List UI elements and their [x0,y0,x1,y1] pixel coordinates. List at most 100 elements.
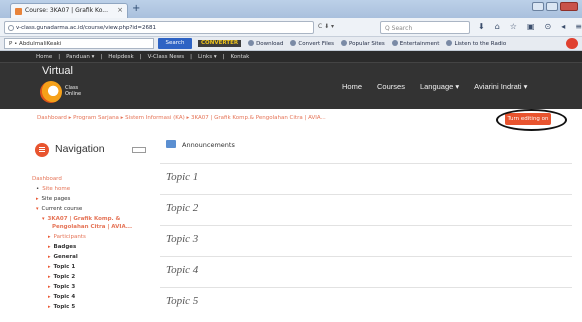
navigation-header: Navigation [32,140,156,160]
menu-user[interactable]: Aviarini Indrati ▾ [474,82,527,91]
navigation-menu-icon [35,143,49,157]
minimize-icon[interactable] [532,2,544,11]
pocket-icon[interactable]: ⊙ [545,22,552,32]
menu-language[interactable]: Language ▾ [420,82,459,91]
browser-nav-bar: v-class.gunadarma.ac.id/course/view.php?… [0,18,582,37]
close-tab-icon[interactable]: × [117,6,123,14]
expand-icon: ▸ [48,254,51,260]
window-controls [532,2,578,11]
top-menu-kontak[interactable]: Kontak [230,54,249,60]
site-header: Home | Panduan ▾ | Helpdesk | V-Class News |… [0,51,582,109]
announcements-link[interactable]: Announcements [166,140,235,149]
expand-icon: ▸ [48,294,51,300]
topic-title: Topic 3 [166,233,199,245]
expand-icon: ▸ [48,244,51,250]
expand-icon: ▸ [48,274,51,280]
block-dock-icon[interactable] [132,147,146,153]
nav-item-general[interactable]: ▸ General [32,252,156,262]
converter-logo[interactable]: CONVERTER [198,40,242,47]
nav-item-dashboard[interactable]: Dashboard [32,174,156,184]
forum-icon [166,140,176,148]
nav-item-current-course[interactable]: ▾ Current course [32,204,156,214]
logo-ball-icon [40,81,62,103]
logo-subtitle: Class Online [65,85,82,97]
expand-icon: ▸ [36,196,39,202]
nav-item-topic-1[interactable]: ▸ Topic 1 [32,262,156,272]
topic-title: Topic 1 [166,171,199,183]
search-input[interactable]: Q Search [380,21,470,34]
expand-icon: ▸ [48,264,51,270]
menu-home[interactable]: Home [342,82,362,91]
topic-title: Topic 2 [166,202,199,214]
nav-item-topic-3[interactable]: ▸ Topic 3 [32,282,156,292]
top-menu-vclass-news[interactable]: V-Class News [148,54,185,60]
browser-toolbar-icons: ⬇ ⌂ ☆ ▣ ⊙ ◂ ≡ [478,22,582,32]
convert-icon [290,40,297,46]
url-text: v-class.gunadarma.ac.id/course/view.php?… [16,25,157,31]
nav-item-site-home[interactable]: • Site home [32,184,156,194]
main-menu: Home Courses Language ▾ Aviarini Indrati… [342,82,527,91]
topic-title: Topic 5 [166,295,199,307]
maximize-icon[interactable] [546,2,558,11]
folder-icon [340,40,347,46]
browser-title-bar: Course: 3KA07 | Grafik Ko... × + [0,0,582,18]
nav-item-course-cont[interactable]: Pengolahan Citra | AVIA... [32,222,156,232]
new-tab-button[interactable]: + [132,3,140,15]
nav-item-site-pages[interactable]: ▸ Site pages [32,194,156,204]
topic-section-2: Topic 2 [160,194,572,221]
site-logo[interactable]: Virtual Class Online [38,65,98,107]
play-icon [446,40,453,46]
nav-item-badges[interactable]: ▸ Badges [32,242,156,252]
collapse-icon: ▾ [36,206,39,212]
toolbar-search-field[interactable]: P • AbdulmaliKeaki [4,38,154,49]
toolbar-convert-files[interactable]: Convert Files [290,40,334,47]
navigation-block: Navigation Dashboard • Site home ▸ Site pa… [32,140,156,322]
toolbar-items: CONVERTER Download Convert Files Popular… [198,40,506,47]
breadcrumb[interactable]: Dashboard ▸ Program Sarjana ▸ Sistem Inf… [37,115,326,121]
bookmark-star-icon[interactable]: ☆ [510,22,517,32]
addon-badge-icon[interactable] [566,38,578,49]
menu-courses[interactable]: Courses [377,82,405,91]
folder-icon [391,40,398,46]
top-menu: Home | Panduan ▾ | Helpdesk | V-Class News |… [0,51,582,63]
nav-item-topic-2[interactable]: ▸ Topic 2 [32,272,156,282]
topic-section-3: Topic 3 [160,225,572,252]
downloads-icon[interactable]: ⬇ [478,22,485,32]
expand-icon: ▸ [48,304,51,310]
address-bar[interactable]: v-class.gunadarma.ac.id/course/view.php?… [4,21,314,34]
toolbar-radio[interactable]: Listen to the Radio [446,40,506,47]
topic-title: Topic 4 [166,264,199,276]
topic-section-5: Topic 5 [160,287,572,314]
expand-icon: ▸ [48,234,51,240]
toolbar-search-button[interactable]: Search [158,38,192,49]
close-window-icon[interactable] [560,2,578,11]
navigation-title: Navigation [55,143,105,155]
menu-icon[interactable]: ≡ [575,22,582,32]
bullet-icon: • [36,186,40,192]
favicon-icon [15,8,22,15]
top-menu-panduan[interactable]: Panduan ▾ [66,54,94,60]
breadcrumb-row: Dashboard ▸ Program Sarjana ▸ Sistem Inf… [0,109,582,131]
download-icon [248,40,255,46]
expand-icon: ▸ [48,284,51,290]
navigation-tree: Dashboard • Site home ▸ Site pages ▾ Curren… [32,174,156,312]
nav-item-topic-5[interactable]: ▸ Topic 5 [32,302,156,312]
toolbar-download[interactable]: Download [248,40,283,47]
top-menu-helpdesk[interactable]: Helpdesk [108,54,133,60]
nav-item-topic-4[interactable]: ▸ Topic 4 [32,292,156,302]
home-icon[interactable]: ⌂ [495,22,500,32]
toolbar-entertainment[interactable]: Entertainment [391,40,439,47]
highlight-circle [496,109,567,131]
tab-title: Course: 3KA07 | Grafik Ko... [25,7,108,14]
browser-tab[interactable]: Course: 3KA07 | Grafik Ko... × [10,3,128,18]
browser-window: Course: 3KA07 | Grafik Ko... × + v-class… [0,0,582,322]
reload-icon[interactable]: C ⬇ ▾ [318,23,334,30]
top-menu-home[interactable]: Home [36,54,52,60]
top-menu-links[interactable]: Links ▾ [198,54,217,60]
bookmarks-list-icon[interactable]: ▣ [527,22,535,32]
toolbar-popular-sites[interactable]: Popular Sites [340,40,385,47]
nav-item-participants[interactable]: ▸ Participants [32,232,156,242]
addon-toolbar: P • AbdulmaliKeaki Search CONVERTER Down… [0,37,582,51]
site-info-icon[interactable] [8,25,14,31]
share-icon[interactable]: ◂ [561,22,565,32]
